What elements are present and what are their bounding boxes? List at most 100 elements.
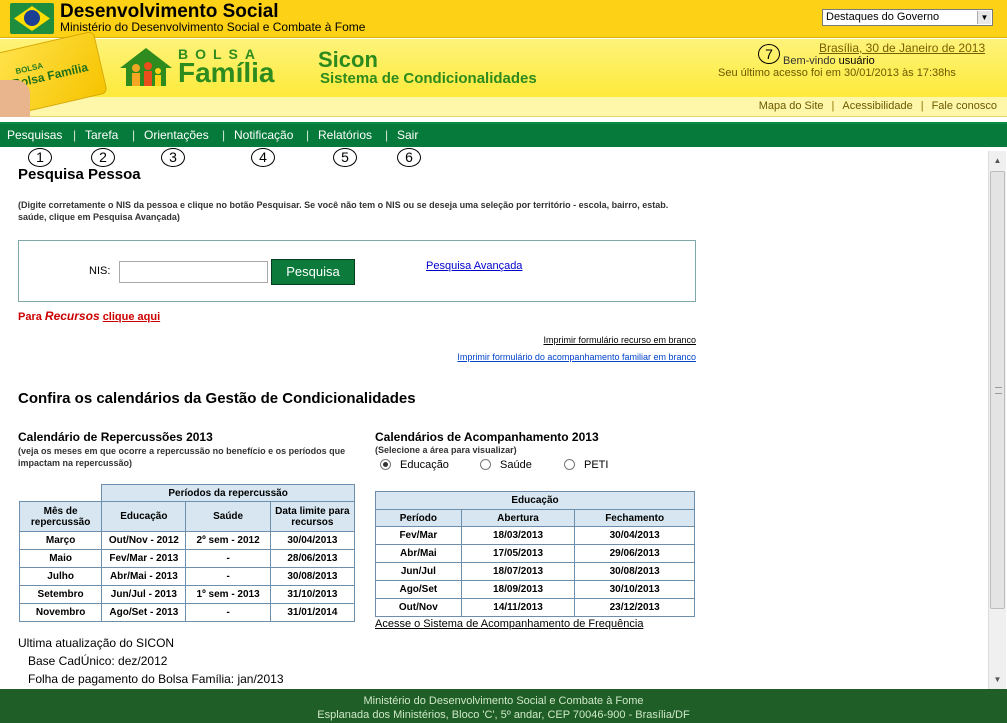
table-cell: 28/06/2013 [269,549,356,568]
table-cell: 30/08/2013 [269,567,356,586]
annotation-marker-1: 1 [28,148,52,167]
table-cell: 31/10/2013 [269,585,356,604]
radio-checked-icon[interactable] [380,459,391,470]
print-acompanhamento-link[interactable]: Imprimir formulário do acompanhamento fa… [457,352,696,362]
radio-saude[interactable]: Saúde [480,459,532,471]
annotation-marker-6: 6 [397,148,421,167]
table-cell: 30/04/2013 [269,531,356,550]
footer-line-2: Esplanada dos Ministérios, Bloco 'C', 5º… [317,709,690,721]
radio-unchecked-icon[interactable] [564,459,575,470]
table-cell: Fev/Mar - 2013 [101,549,187,568]
util-links: Mapa do Site | Acessibilidade | Fale conosco [758,100,997,112]
table-header: Saúde [185,501,271,532]
table-header: Mês de repercussão [18,501,103,532]
destaques-select[interactable]: Destaques do Governo ▼ [822,9,993,26]
table-row: Março Out/Nov - 2012 2º sem - 2012 30/04… [18,531,356,550]
table-header: Fechamento [574,509,695,527]
advanced-search-link[interactable]: Pesquisa Avançada [426,260,522,272]
nav-item-relatorios[interactable]: Relatórios [318,128,372,142]
annotation-marker-7: 7 [758,44,780,64]
radio-label-saude: Saúde [500,459,532,471]
main-nav: Pesquisas | Tarefa | Orientações | Notif… [0,122,1007,147]
hand-image [0,80,30,117]
nis-label: NIS: [89,265,111,277]
nav-item-orientacoes[interactable]: Orientações [144,128,209,142]
radio-educacao[interactable]: Educação [380,459,449,471]
nav-separator: | [73,128,77,142]
table-cell: 2º sem - 2012 [185,531,271,550]
table-cell: 17/05/2013 [460,544,576,563]
last-access-text: Seu último acesso foi em 30/01/2013 às 1… [718,67,956,79]
ministry-subtitle: Ministério do Desenvolvimento Social e C… [60,20,366,34]
table-cell: Março [18,531,103,550]
acompanhamento-frequencia-link[interactable]: Acesse o Sistema de Acompanhamento de Fr… [375,618,643,630]
table-cell: - [185,549,271,568]
table-header: Abertura [460,509,576,527]
welcome-text: Bem-vindo usuário [783,55,875,67]
acompanhamento-note: (Selecione a área para visualizar) [375,445,517,455]
util-link-acessibilidade[interactable]: Acessibilidade [842,100,912,112]
annotation-marker-5: 5 [333,148,357,167]
table-cell: Ago/Set - 2013 [101,603,187,622]
table-row: Ago/Set 18/09/2013 30/10/2013 [375,580,695,599]
nav-item-tarefa[interactable]: Tarefa [85,128,118,142]
table-cell: Maio [18,549,103,568]
table-cell: 14/11/2013 [460,598,576,617]
table-row: Abr/Mai 17/05/2013 29/06/2013 [375,544,695,563]
program-logo-familia: Família [178,57,275,88]
table-cell: Abr/Mai [375,544,462,563]
table-cell: Out/Nov [375,598,462,617]
radio-label-educacao: Educação [400,459,449,471]
table-cell: Setembro [18,585,103,604]
table-cell: Fev/Mar [375,526,462,545]
radio-unchecked-icon[interactable] [480,459,491,470]
recursos-word: Recursos [44,309,100,323]
brazil-flag-icon [10,3,54,34]
nav-item-notificacao[interactable]: Notificação [234,128,293,142]
nis-input[interactable] [119,261,268,283]
page-title: Pesquisa Pessoa [18,166,141,183]
nav-item-pesquisas[interactable]: Pesquisas [7,128,62,142]
vertical-scrollbar[interactable]: ▲ ▼ [988,151,1006,689]
table-cell: 29/06/2013 [574,544,695,563]
table-cell: Abr/Mai - 2013 [101,567,187,586]
table-header: Educação [101,501,187,532]
table-cell: Out/Nov - 2012 [101,531,187,550]
radio-peti[interactable]: PETI [564,459,608,471]
table-cell: Ago/Set [375,580,462,599]
scrollbar-thumb[interactable] [990,171,1005,609]
table-cell: Novembro [18,603,103,622]
table-row: Setembro Jun/Jul - 2013 1º sem - 2013 31… [18,585,356,604]
nav-item-sair[interactable]: Sair [397,128,418,142]
repercussoes-table: Períodos da repercussão Mês de repercuss… [18,484,356,622]
nav-separator: | [132,128,136,142]
scroll-down-icon[interactable]: ▼ [990,672,1005,687]
table-cell: 23/12/2013 [574,598,695,617]
table-cell: 1º sem - 2013 [185,585,271,604]
table-row: Fev/Mar 18/03/2013 30/04/2013 [375,526,695,545]
recursos-prefix: Para [18,311,42,323]
print-recurso-link[interactable]: Imprimir formulário recurso em branco [543,335,696,345]
repercussoes-note: (veja os meses em que ocorre a repercuss… [18,446,346,468]
table-group-header: Períodos da repercussão [101,484,355,502]
scroll-up-icon[interactable]: ▲ [990,153,1005,168]
chevron-down-icon[interactable]: ▼ [977,11,991,24]
util-link-fale-conosco[interactable]: Fale conosco [932,100,997,112]
recursos-link[interactable]: clique aqui [103,311,160,323]
radio-label-peti: PETI [584,459,609,471]
update-cadunico: Base CadÚnico: dez/2012 [28,654,168,668]
table-row: Maio Fev/Mar - 2013 - 28/06/2013 [18,549,356,568]
util-link-mapa[interactable]: Mapa do Site [759,100,824,112]
welcome-user: usuário [838,55,875,67]
search-button[interactable]: Pesquisa [271,259,355,285]
search-instructions: (Digite corretamente o NIS da pessoa e c… [18,200,669,222]
table-cell: Julho [18,567,103,586]
table-header: Período [375,509,462,527]
family-house-logo-icon [120,48,172,86]
table-title: Educação [375,491,695,510]
destaques-select-value: Destaques do Governo [826,11,940,23]
date-link[interactable]: Brasília, 30 de Janeiro de 2013 [819,41,985,55]
table-row: Jun/Jul 18/07/2013 30/08/2013 [375,562,695,581]
table-cell: 18/09/2013 [460,580,576,599]
annotation-marker-4: 4 [251,148,275,167]
